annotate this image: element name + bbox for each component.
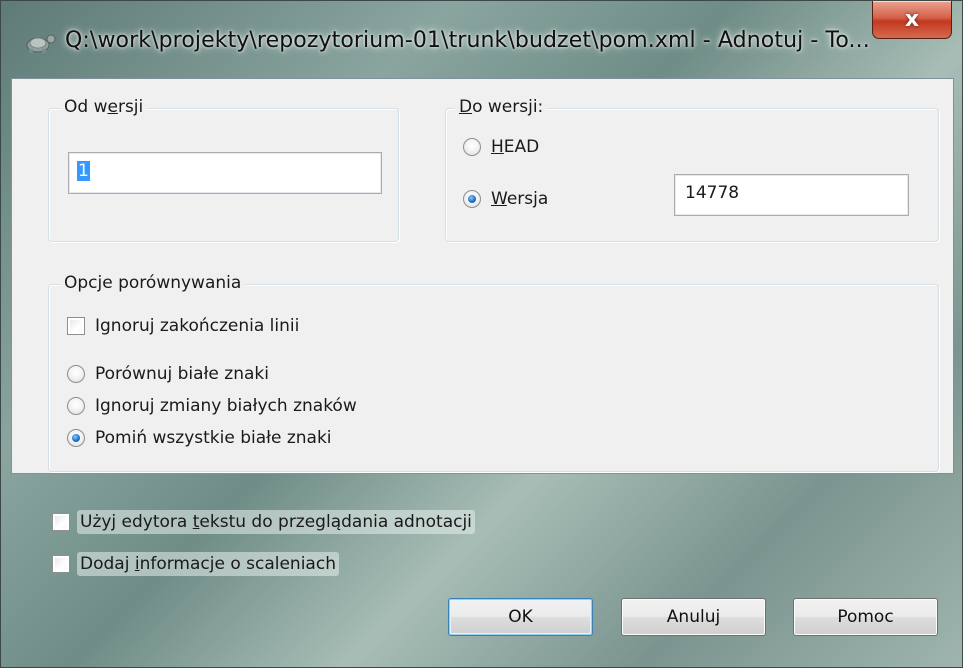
ignore-all-whitespace-radio[interactable]: [67, 429, 85, 447]
to-revision-value: 14778: [685, 183, 740, 203]
ok-button[interactable]: OK: [448, 598, 593, 636]
ignore-eol-checkbox[interactable]: [67, 317, 85, 335]
from-revision-value: 1: [77, 161, 90, 181]
merge-info-label[interactable]: Dodaj informacje o scaleniach: [77, 552, 339, 576]
revision-radio[interactable]: [463, 190, 481, 208]
tortoise-app-icon: [26, 34, 56, 53]
compare-options-group-label: Opcje porównywania: [60, 273, 246, 293]
from-revision-input[interactable]: 1: [68, 152, 382, 194]
head-radio-label[interactable]: HEAD: [491, 136, 539, 158]
to-revision-group-label: Do wersji:: [455, 97, 548, 117]
compare-whitespace-radio[interactable]: [67, 365, 85, 383]
revision-radio-label[interactable]: Wersja: [491, 188, 548, 210]
to-revision-input[interactable]: 14778: [674, 174, 909, 216]
from-revision-group-label: Od wersji: [60, 97, 148, 117]
ignore-all-whitespace-label[interactable]: Pomiń wszystkie białe znaki: [95, 427, 332, 449]
annotate-dialog-window: Q:\work\projekty\repozytorium-01\trunk\b…: [0, 0, 963, 668]
use-text-editor-checkbox[interactable]: [52, 513, 70, 531]
compare-whitespace-label[interactable]: Porównuj białe znaki: [95, 363, 269, 385]
close-icon: x: [904, 7, 920, 32]
dialog-client-area: Od wersji 1 Do wersji: HEAD Wersja 14778…: [11, 78, 954, 474]
close-button[interactable]: x: [872, 1, 952, 39]
ignore-whitespace-changes-radio[interactable]: [67, 397, 85, 415]
ignore-whitespace-changes-label[interactable]: Ignoruj zmiany białych znaków: [95, 395, 357, 417]
use-text-editor-label[interactable]: Użyj edytora tekstu do przeglądania adno…: [77, 510, 475, 534]
window-title: Q:\work\projekty\repozytorium-01\trunk\b…: [65, 28, 870, 53]
merge-info-checkbox[interactable]: [52, 555, 70, 573]
ignore-eol-label[interactable]: Ignoruj zakończenia linii: [95, 315, 299, 337]
title-bar[interactable]: Q:\work\projekty\repozytorium-01\trunk\b…: [1, 1, 963, 77]
cancel-button[interactable]: Anuluj: [621, 598, 766, 636]
help-button[interactable]: Pomoc: [793, 598, 938, 636]
head-radio[interactable]: [463, 138, 481, 156]
